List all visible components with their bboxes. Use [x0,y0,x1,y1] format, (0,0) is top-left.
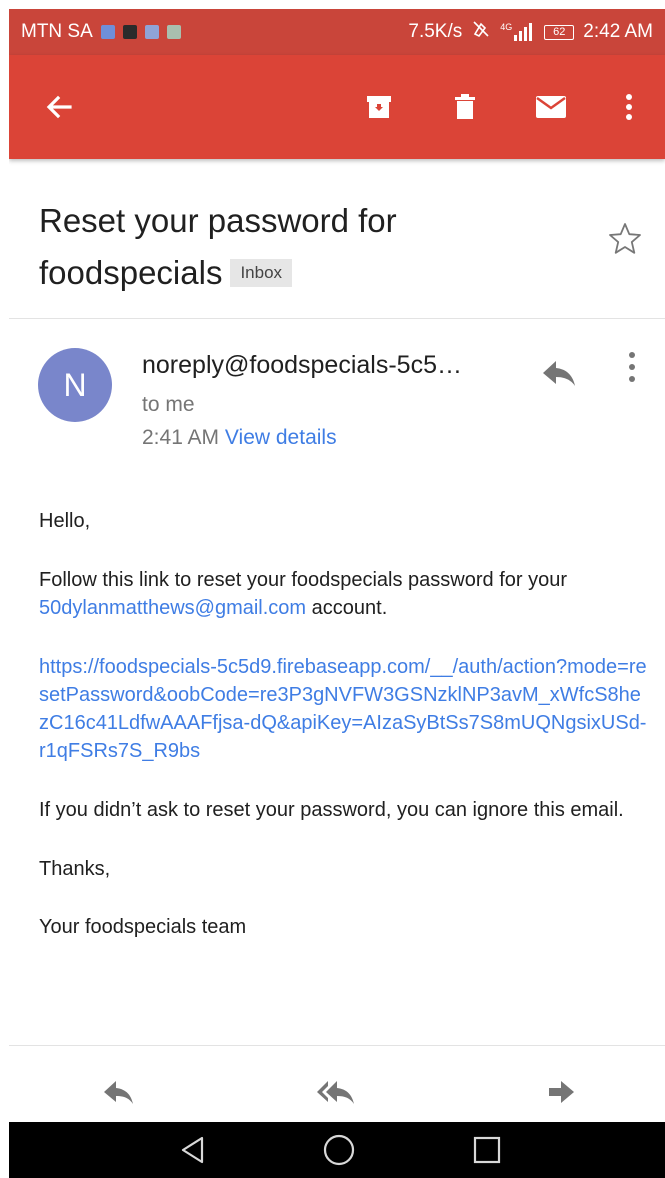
email-body: Hello, Follow this link to reset your fo… [39,507,649,972]
footer-reply-button[interactable] [97,1072,141,1112]
signature: Your foodspecials team [39,916,247,938]
nav-back-button[interactable] [173,1132,213,1168]
view-details-link[interactable]: View details [225,426,337,449]
signal-icon: 4G [500,23,535,41]
intro-text: Follow this link to reset your foodspeci… [39,569,568,591]
reply-all-icon [317,1081,354,1104]
sender-avatar[interactable]: N [38,348,112,422]
gallery-notification-icon [166,25,181,39]
location-notification-icon [100,25,115,39]
footer-divider [9,1045,665,1046]
recipient-line: to me [142,393,195,416]
network-type: 4G [500,22,513,32]
nav-recents-button[interactable] [467,1132,507,1168]
footer-reply-all-button[interactable] [315,1072,359,1112]
back-button[interactable] [37,85,81,129]
clock: 2:42 AM [583,21,653,42]
battery-level: 62 [553,26,566,38]
reply-button[interactable] [539,353,579,393]
avatar-letter: N [63,366,87,403]
more-options-button[interactable] [607,85,651,129]
archive-button[interactable] [357,85,401,129]
app-notification-icon [122,25,137,39]
inbox-label-chip[interactable]: Inbox [230,259,293,287]
account-email-link[interactable]: 50dylanmatthews@gmail.com [39,597,306,619]
app-bar [9,55,665,159]
sender-address[interactable]: noreply@foodspecials-5c5… [142,351,462,380]
intro-text-end: account. [306,597,388,619]
received-time: 2:41 AM [142,426,220,449]
system-nav-bar [9,1122,665,1178]
message-more-button[interactable] [617,346,647,390]
footer-forward-button[interactable] [539,1072,583,1112]
reply-icon [543,361,575,386]
mute-icon [471,19,491,45]
back-triangle-icon [181,1136,204,1164]
star-button[interactable] [607,221,643,257]
carrier-name: MTN SA [21,21,93,42]
battery-icon: 62 [544,24,575,40]
delete-icon [455,94,475,119]
more-vert-icon [629,352,635,382]
recents-square-icon [473,1136,501,1164]
home-circle-icon [323,1134,355,1166]
mark-unread-icon [536,96,566,118]
header-divider [9,318,665,319]
thanks-line: Thanks, [39,858,111,880]
more-vert-icon [626,94,632,120]
forward-icon [549,1081,574,1103]
subject-line-1: Reset your password for [39,202,397,239]
delete-button[interactable] [443,85,487,129]
time-line: 2:41 AM View details [142,426,337,450]
status-bar: MTN SA 7.5K/s 4G 62 2:42 AM [9,9,665,55]
mark-unread-button[interactable] [529,85,573,129]
nav-home-button[interactable] [319,1132,359,1168]
photo-notification-icon [144,25,159,39]
star-outline-icon [609,223,641,254]
back-arrow-icon [46,95,72,119]
ignore-note: If you didn’t ask to reset your password… [39,799,624,821]
reply-icon [104,1081,133,1104]
archive-icon [367,96,391,118]
intro-paragraph: Follow this link to reset your foodspeci… [39,566,649,622]
reset-password-link[interactable]: https://foodspecials-5c5d9.firebaseapp.c… [39,653,649,765]
message-actions-bar [9,1064,665,1122]
email-subject: Reset your password for foodspecials Inbo… [39,195,579,299]
network-speed: 7.5K/s [408,21,463,42]
email-screen: MTN SA 7.5K/s 4G 62 2:42 AM Reset your p… [9,9,665,1178]
greeting: Hello, [39,510,91,532]
subject-line-2: foodspecials [39,254,223,291]
